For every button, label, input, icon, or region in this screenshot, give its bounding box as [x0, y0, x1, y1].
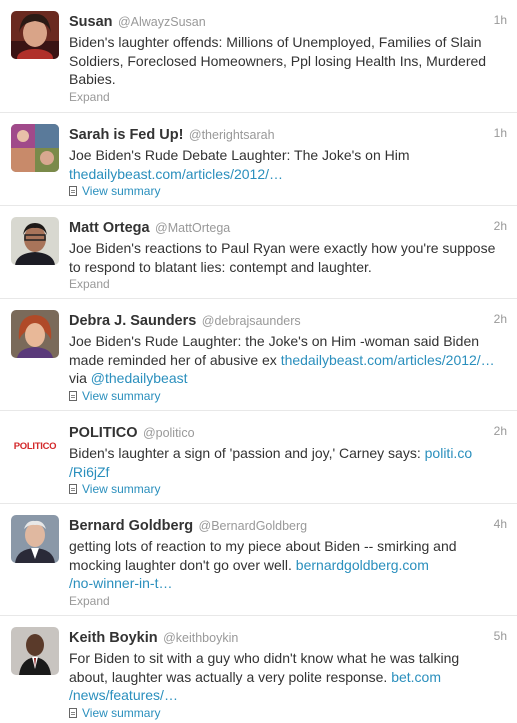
- tweet-author-handle[interactable]: @keithboykin: [163, 631, 238, 645]
- view-summary-label: View summary: [82, 388, 161, 403]
- tweet-text: Biden's laughter offends: Millions of Un…: [69, 33, 507, 89]
- tweet-text-line: Babies.: [69, 71, 116, 87]
- tweet-timestamp[interactable]: 2h: [494, 312, 507, 326]
- tweet-text-line: about, laughter was actually a very poli…: [69, 668, 392, 685]
- avatar[interactable]: [11, 124, 59, 172]
- view-summary-link[interactable]: View summary: [69, 388, 507, 413]
- avatar[interactable]: [11, 11, 59, 59]
- view-summary-label: View summary: [82, 184, 161, 198]
- view-summary-link[interactable]: View summary: [69, 183, 507, 208]
- avatar[interactable]: [11, 310, 59, 358]
- document-icon: [69, 484, 77, 494]
- tweet-link[interactable]: thedailybeast.com/articles/2012/…: [69, 166, 283, 182]
- tweet-text-line: made reminded her of abusive ex: [69, 351, 281, 368]
- tweet-item[interactable]: Keith Boykin @keithboykin 5h For Biden t…: [0, 616, 517, 723]
- tweet-text-line: Joe Biden's Rude Debate Laughter: The Jo…: [69, 147, 410, 163]
- tweet-text-line: Soldiers, Foreclosed Homeowners, Ppl los…: [69, 52, 487, 69]
- tweet-text-line: via: [69, 370, 91, 386]
- tweet-author-handle[interactable]: @AlwayzSusan: [118, 15, 206, 29]
- tweet-author-name[interactable]: Susan: [69, 14, 113, 30]
- view-summary-link[interactable]: View summary: [69, 705, 507, 723]
- document-icon: [69, 390, 77, 401]
- tweet-author-name[interactable]: POLITICO: [69, 425, 137, 441]
- document-icon: [69, 186, 77, 196]
- view-summary-label: View summary: [82, 482, 161, 496]
- tweet-text-line: Joe Biden's Rude Laughter: the Joke's on…: [69, 333, 480, 349]
- tweet-author-handle[interactable]: @therightsarah: [189, 128, 275, 142]
- tweet-link[interactable]: bernardgoldberg.com: [296, 557, 429, 573]
- view-summary-label: View summary: [82, 705, 161, 720]
- view-summary-link[interactable]: View summary: [69, 481, 507, 506]
- tweet-author-name[interactable]: Matt Ortega: [69, 220, 150, 236]
- expand-link[interactable]: Expand: [69, 593, 507, 618]
- tweet-text: Joe Biden's Rude Laughter: the Joke's on…: [69, 332, 507, 388]
- tweet-link[interactable]: /news/features/…: [69, 687, 178, 703]
- expand-link[interactable]: Expand: [69, 89, 507, 114]
- tweet-item[interactable]: Susan @AlwayzSusan 1h Biden's laughter o…: [0, 0, 517, 113]
- avatar[interactable]: POLITICO: [11, 422, 59, 470]
- expand-link[interactable]: Expand: [69, 276, 507, 301]
- tweet-timeline: Susan @AlwayzSusan 1h Biden's laughter o…: [0, 0, 517, 723]
- tweet-item[interactable]: POLITICO POLITICO @politico 2h Biden's l…: [0, 411, 517, 504]
- tweet-timestamp[interactable]: 5h: [494, 629, 507, 643]
- tweet-author-name[interactable]: Keith Boykin: [69, 630, 158, 646]
- avatar[interactable]: [11, 515, 59, 563]
- tweet-author-name[interactable]: Sarah is Fed Up!: [69, 127, 183, 143]
- document-icon: [69, 707, 77, 718]
- tweet-author-handle[interactable]: @BernardGoldberg: [199, 519, 308, 533]
- tweet-item[interactable]: Bernard Goldberg @BernardGoldberg 4h get…: [0, 504, 517, 616]
- tweet-text-line: Biden's laughter offends: Millions of Un…: [69, 34, 482, 50]
- mention-link[interactable]: @thedailybeast: [91, 370, 188, 386]
- tweet-text: Biden's laughter a sign of 'passion and …: [69, 444, 507, 481]
- tweet-item[interactable]: Sarah is Fed Up! @therightsarah 1h Joe B…: [0, 113, 517, 206]
- tweet-text: getting lots of reaction to my piece abo…: [69, 537, 507, 593]
- tweet-author-handle[interactable]: @MattOrtega: [155, 221, 230, 235]
- tweet-timestamp[interactable]: 2h: [494, 219, 507, 233]
- tweet-author-handle[interactable]: @debrajsaunders: [202, 314, 301, 328]
- tweet-text: Joe Biden's reactions to Paul Ryan were …: [69, 239, 507, 276]
- tweet-text-line: Joe Biden's reactions to Paul Ryan were …: [69, 240, 496, 256]
- tweet-item[interactable]: Debra J. Saunders @debrajsaunders 2h Joe…: [0, 299, 517, 411]
- tweet-text: For Biden to sit with a guy who didn't k…: [69, 649, 507, 705]
- tweet-timestamp[interactable]: 1h: [494, 126, 507, 140]
- tweet-author-name[interactable]: Bernard Goldberg: [69, 518, 193, 534]
- tweet-text: Joe Biden's Rude Debate Laughter: The Jo…: [69, 146, 507, 183]
- politico-logo: POLITICO: [13, 440, 57, 452]
- tweet-author-name[interactable]: Debra J. Saunders: [69, 313, 196, 329]
- avatar[interactable]: [11, 217, 59, 265]
- tweet-link[interactable]: thedailybeast.com/articles/2012/…: [281, 352, 495, 368]
- tweet-timestamp[interactable]: 4h: [494, 517, 507, 531]
- tweet-link[interactable]: /no-winner-in-t…: [69, 575, 172, 591]
- tweet-link[interactable]: /Ri6jZf: [69, 464, 109, 480]
- tweet-item[interactable]: Matt Ortega @MattOrtega 2h Joe Biden's r…: [0, 206, 517, 299]
- tweet-text-line: getting lots of reaction to my piece abo…: [69, 538, 457, 554]
- tweet-text-line: Biden's laughter a sign of 'passion and …: [69, 445, 425, 461]
- tweet-author-handle[interactable]: @politico: [143, 426, 195, 440]
- avatar[interactable]: [11, 627, 59, 675]
- tweet-text-line: For Biden to sit with a guy who didn't k…: [69, 650, 460, 666]
- tweet-timestamp[interactable]: 2h: [494, 424, 507, 438]
- tweet-text-line: to respond to blatant lies: contempt and…: [69, 258, 372, 275]
- tweet-link[interactable]: politi.co: [425, 445, 472, 461]
- tweet-link[interactable]: bet.com: [391, 669, 441, 685]
- tweet-timestamp[interactable]: 1h: [494, 13, 507, 27]
- tweet-text-line: mocking laughter don't go over well.: [69, 556, 296, 573]
